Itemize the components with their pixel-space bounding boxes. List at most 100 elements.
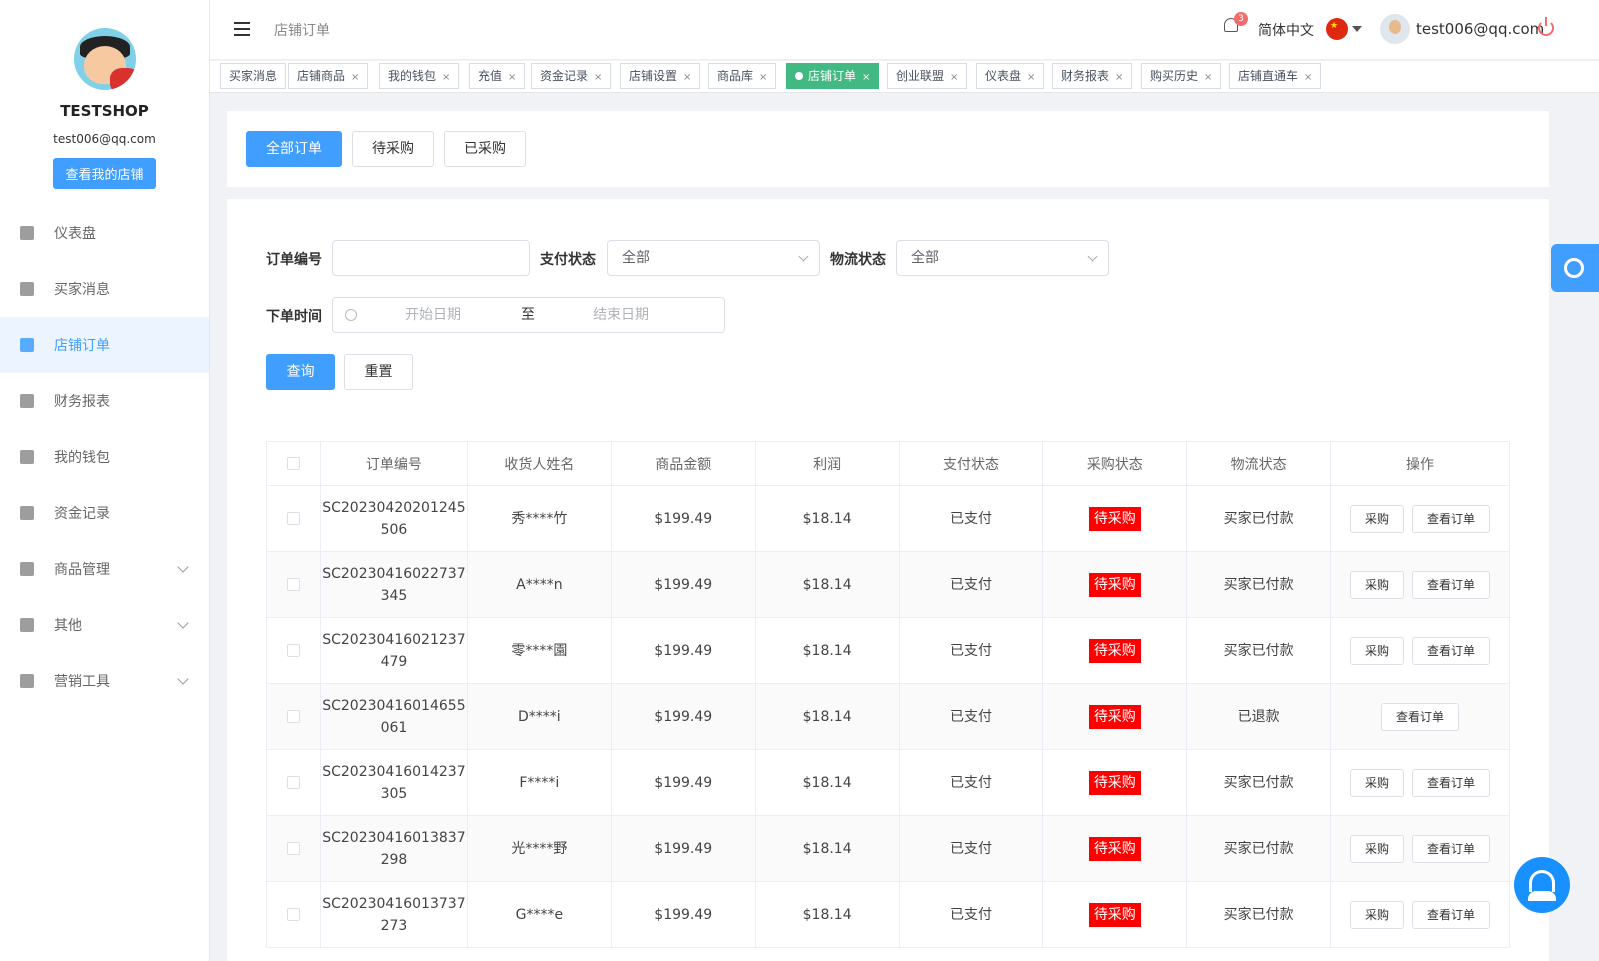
close-icon[interactable]: × [683,72,691,83]
pay-status-cell: 已支付 [898,881,1044,948]
orders-main-card: 订单编号 支付状态 全部 物流状态 全部 下单时间 开始日期 至 结束日期 查询… [227,199,1549,961]
row-checkbox[interactable] [286,710,300,723]
reset-button[interactable]: 重置 [344,354,413,390]
purchase-status-cell: 待采购 [1042,749,1188,816]
close-icon[interactable]: × [1027,72,1035,83]
start-date-input[interactable]: 开始日期 [405,298,461,332]
user-email[interactable]: test006@qq.com [1416,20,1544,38]
close-icon[interactable]: × [594,72,602,83]
tag-9[interactable]: 仪表盘 × [976,63,1045,89]
sidebar-item-1[interactable]: 买家消息 [0,261,209,317]
logistics-status-select[interactable]: 全部 [896,240,1109,276]
row-checkbox[interactable] [286,644,300,657]
tab-purchased[interactable]: 已采购 [444,131,526,167]
customer-support-icon[interactable] [1514,857,1570,913]
purchase-button[interactable]: 采购 [1350,636,1405,665]
purchase-button[interactable]: 采购 [1350,570,1405,599]
purchase-button[interactable]: 采购 [1350,834,1405,863]
logout-power-icon[interactable] [1538,17,1554,36]
select-all-checkbox[interactable] [286,457,300,470]
sidebar-item-7[interactable]: 其他 [0,597,209,653]
tag-6[interactable]: 商品库 × [708,63,777,89]
settings-gear-icon[interactable] [1551,244,1599,292]
sidebar-item-3[interactable]: 财务报表 [0,373,209,429]
tag-2[interactable]: 我的钱包 × [379,63,460,89]
query-button[interactable]: 查询 [266,354,335,390]
tag-0[interactable]: 买家消息 [220,63,287,89]
tag-7[interactable]: 店铺订单 × [786,63,880,89]
view-order-button[interactable]: 查看订单 [1412,570,1491,599]
close-icon[interactable]: × [1304,72,1312,83]
profit-cell: $18.14 [754,881,900,948]
sidebar-item-4[interactable]: 我的钱包 [0,429,209,485]
top-header: 店铺订单 3 简体中文 test006@qq.com [210,0,1599,60]
tag-5[interactable]: 店铺设置 × [620,63,701,89]
tag-10[interactable]: 财务报表 × [1052,63,1133,89]
order-no-input[interactable] [332,240,530,276]
user-avatar[interactable] [1380,14,1410,44]
tag-12[interactable]: 店铺直通车 × [1229,63,1322,89]
order-no-line: SC20230416014237 [322,763,466,780]
chevron-down-icon [177,561,189,573]
shop-avatar [73,28,136,90]
row-checkbox[interactable] [286,578,300,591]
row-checkbox[interactable] [286,908,300,921]
chevron-down-icon [1087,251,1098,262]
view-my-shop-button[interactable]: 查看我的店铺 [53,158,156,189]
row-checkbox[interactable] [286,512,300,525]
view-order-button[interactable]: 查看订单 [1412,504,1491,533]
tab-pending-purchase[interactable]: 待采购 [352,131,434,167]
view-order-button[interactable]: 查看订单 [1381,702,1460,731]
sidebar-item-label: 仪表盘 [54,226,96,242]
logistics-status-value: 全部 [911,250,939,266]
actions-cell: 采购 查看订单 [1330,617,1510,684]
tag-8[interactable]: 创业联盟 × [887,63,968,89]
tag-11[interactable]: 购买历史 × [1141,63,1222,89]
row-select-cell [266,749,321,816]
language-selector[interactable]: 简体中文 [1258,20,1314,40]
sidebar-item-2[interactable]: 店铺订单 [0,317,209,373]
tag-4[interactable]: 资金记录 × [531,63,612,89]
logistics-status-cell: 买家已付款 [1186,881,1332,948]
view-order-button[interactable]: 查看订单 [1412,636,1491,665]
purchase-button[interactable]: 采购 [1350,768,1405,797]
tag-1[interactable]: 店铺商品 × [288,63,369,89]
col-header-purchase-status: 采购状态 [1042,441,1188,486]
status-badge: 待采购 [1088,902,1141,927]
tag-3[interactable]: 充值 × [469,63,526,89]
purchase-button[interactable]: 采购 [1350,900,1405,929]
close-icon[interactable]: × [442,72,450,83]
close-icon[interactable]: × [950,72,958,83]
view-order-button[interactable]: 查看订单 [1412,834,1491,863]
sidebar-item-8[interactable]: 营销工具 [0,653,209,709]
sidebar-item-5[interactable]: 资金记录 [0,485,209,541]
dashboard-icon [20,226,34,240]
logistics-status-cell: 买家已付款 [1186,485,1332,552]
caret-down-icon[interactable] [1352,26,1362,32]
china-flag-icon[interactable] [1326,18,1348,40]
end-date-input[interactable]: 结束日期 [593,298,649,332]
pay-status-select[interactable]: 全部 [607,240,820,276]
order-date-range-picker[interactable]: 开始日期 至 结束日期 [332,297,725,333]
sidebar-item-0[interactable]: 仪表盘 [0,205,209,261]
close-icon[interactable]: × [508,72,516,83]
clock-icon [345,309,357,321]
close-icon[interactable]: × [351,72,359,83]
close-icon[interactable]: × [1204,72,1212,83]
sidebar-item-6[interactable]: 商品管理 [0,541,209,597]
purchase-button[interactable]: 采购 [1350,504,1405,533]
view-order-button[interactable]: 查看订单 [1412,900,1491,929]
view-order-button[interactable]: 查看订单 [1412,768,1491,797]
notification-badge: 3 [1234,12,1248,26]
row-checkbox[interactable] [286,776,300,789]
pay-status-cell: 已支付 [898,617,1044,684]
tab-all-orders[interactable]: 全部订单 [246,131,342,167]
close-icon[interactable]: × [759,72,767,83]
row-select-cell [266,485,321,552]
close-icon[interactable]: × [1115,72,1123,83]
row-checkbox[interactable] [286,842,300,855]
close-icon[interactable]: × [862,72,870,83]
collapse-menu-icon[interactable] [234,22,250,36]
notification-bell-icon[interactable]: 3 [1222,12,1248,38]
pay-status-value: 全部 [622,250,650,266]
